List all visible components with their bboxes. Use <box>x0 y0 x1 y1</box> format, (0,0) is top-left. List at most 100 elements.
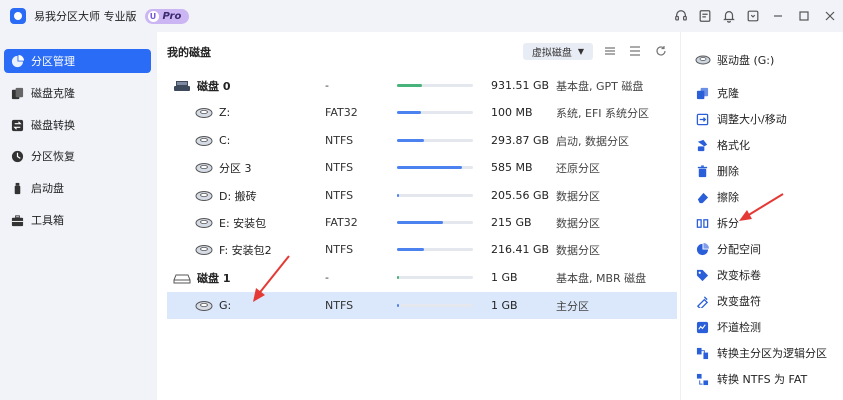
usage-bar <box>397 111 473 114</box>
action-label: 克隆 <box>717 87 739 100</box>
convert-logical-icon <box>695 346 709 360</box>
partition-row[interactable]: D: 搬砖 NTFS 205.56 GB 数据分区 <box>167 182 677 209</box>
main-header: 我的磁盘 虚拟磁盘 ▼ <box>157 32 680 70</box>
usage-bar <box>397 248 473 251</box>
row-name: E: 安装包 <box>195 215 266 231</box>
action-convert-logical[interactable]: 转换主分区为逻辑分区 <box>695 342 827 364</box>
usage-bar-fill <box>397 84 423 87</box>
sidebar-item-partition-manager[interactable]: 分区管理 <box>4 49 151 73</box>
pie-chart-icon <box>10 54 24 68</box>
title-bar: 易我分区大师 专业版 U Pro <box>0 0 843 32</box>
row-size: 205.56 GB <box>491 189 550 202</box>
action-resize[interactable]: 调整大小/移动 <box>695 108 787 130</box>
sidebar-item-label: 分区恢复 <box>31 150 75 163</box>
row-name-label: 分区 3 <box>219 161 252 175</box>
disk-row[interactable]: 磁盘 0 - 931.51 GB 基本盘, GPT 磁盘 <box>167 72 677 99</box>
menu-icon[interactable] <box>741 4 765 28</box>
row-type: 基本盘, GPT 磁盘 <box>556 79 644 93</box>
disk-row[interactable]: 磁盘 1 - 1 GB 基本盘, MBR 磁盘 <box>167 264 677 291</box>
row-type: 数据分区 <box>556 216 600 230</box>
action-trash[interactable]: 删除 <box>695 160 739 182</box>
partition-row[interactable]: 分区 3 NTFS 585 MB 还原分区 <box>167 154 677 181</box>
sidebar-item-label: 磁盘克隆 <box>31 87 75 100</box>
action-split[interactable]: 拆分 <box>695 212 739 234</box>
action-label: 删除 <box>717 165 739 178</box>
partition-drive-icon <box>195 217 213 229</box>
pro-badge[interactable]: U Pro <box>144 8 190 24</box>
row-size: 585 MB <box>491 161 533 174</box>
hard-disk-icon <box>173 80 191 92</box>
row-name: 磁盘 1 <box>173 270 230 286</box>
row-type: 基本盘, MBR 磁盘 <box>556 271 647 285</box>
partition-drive-icon <box>195 300 213 312</box>
feedback-icon[interactable] <box>693 4 717 28</box>
row-name-label: 磁盘 1 <box>197 271 231 285</box>
row-name: Z: <box>195 106 230 119</box>
action-format[interactable]: 格式化 <box>695 134 750 156</box>
row-filesystem: - <box>325 79 329 92</box>
row-filesystem: - <box>325 271 329 284</box>
row-size: 100 MB <box>491 106 533 119</box>
detail-view-icon[interactable] <box>628 44 642 58</box>
convert-icon <box>10 118 24 132</box>
minimize-button[interactable] <box>765 4 791 28</box>
maximize-button[interactable] <box>791 4 817 28</box>
sidebar-item-disk-clone[interactable]: 磁盘克隆 <box>4 81 151 105</box>
partition-drive-icon <box>195 190 213 202</box>
row-filesystem: NTFS <box>325 299 354 312</box>
action-label: 改变标卷 <box>717 269 761 282</box>
virtual-disk-dropdown[interactable]: 虚拟磁盘 ▼ <box>523 43 593 60</box>
page-title: 我的磁盘 <box>167 46 211 59</box>
pro-u-icon: U <box>147 10 159 22</box>
action-label[interactable]: 改变标卷 <box>695 264 761 286</box>
usage-bar-fill <box>397 139 425 142</box>
partition-drive-icon <box>195 135 213 147</box>
usage-bar-fill <box>397 304 399 307</box>
sidebar-item-label: 分区管理 <box>31 55 75 68</box>
action-eraser[interactable]: 擦除 <box>695 186 739 208</box>
sidebar-item-disk-convert[interactable]: 磁盘转换 <box>4 113 151 137</box>
row-name-label: F: 安装包2 <box>219 243 272 257</box>
action-label: 转换 NTFS 为 FAT <box>717 373 808 386</box>
partition-row[interactable]: F: 安装包2 NTFS 216.41 GB 数据分区 <box>167 236 677 263</box>
surface-test-icon <box>695 320 709 334</box>
notification-bell-icon[interactable] <box>717 4 741 28</box>
split-icon <box>695 216 709 230</box>
partition-row[interactable]: G: NTFS 1 GB 主分区 <box>167 292 677 319</box>
usage-bar-fill <box>397 194 400 197</box>
usage-bar-fill <box>397 248 424 251</box>
row-filesystem: NTFS <box>325 189 354 202</box>
list-view-icon[interactable] <box>603 44 617 58</box>
toolbox-icon <box>10 213 24 227</box>
action-allocate[interactable]: 分配空间 <box>695 238 761 260</box>
usage-bar <box>397 194 473 197</box>
action-drive-letter[interactable]: 改变盘符 <box>695 290 761 312</box>
label-icon <box>695 268 709 282</box>
row-filesystem: FAT32 <box>325 106 358 119</box>
action-surface-test[interactable]: 坏道检测 <box>695 316 761 338</box>
usage-bar <box>397 221 473 224</box>
sidebar-item-label: 启动盘 <box>31 182 64 195</box>
action-convert-fat[interactable]: 转换 NTFS 为 FAT <box>695 368 807 390</box>
action-label: 擦除 <box>717 191 739 204</box>
sidebar-item-partition-recovery[interactable]: 分区恢复 <box>4 144 151 168</box>
row-name: F: 安装包2 <box>195 242 272 258</box>
row-type: 启动, 数据分区 <box>556 134 629 148</box>
row-type: 数据分区 <box>556 243 600 257</box>
sidebar-item-boot-disk[interactable]: 启动盘 <box>4 176 151 200</box>
partition-row[interactable]: Z: FAT32 100 MB 系统, EFI 系统分区 <box>167 99 677 126</box>
partition-row[interactable]: C: NTFS 293.87 GB 启动, 数据分区 <box>167 127 677 154</box>
action-clone[interactable]: 克隆 <box>695 82 739 104</box>
refresh-icon[interactable] <box>654 44 668 58</box>
row-type: 系统, EFI 系统分区 <box>556 106 650 120</box>
action-panel: 驱动盘 (G:) 克隆 调整大小/移动 格式化 删除 擦除 拆分 分配空间 改变标卷 改变盘符坏… <box>680 32 843 400</box>
sidebar-item-toolbox[interactable]: 工具箱 <box>4 208 151 232</box>
support-headset-icon[interactable] <box>669 4 693 28</box>
row-size: 215 GB <box>491 216 532 229</box>
usage-bar-fill <box>397 111 422 114</box>
row-name: D: 搬砖 <box>195 188 257 204</box>
close-button[interactable] <box>817 4 843 28</box>
usage-bar-fill <box>397 276 399 279</box>
row-type: 主分区 <box>556 299 589 313</box>
partition-row[interactable]: E: 安装包 FAT32 215 GB 数据分区 <box>167 209 677 236</box>
